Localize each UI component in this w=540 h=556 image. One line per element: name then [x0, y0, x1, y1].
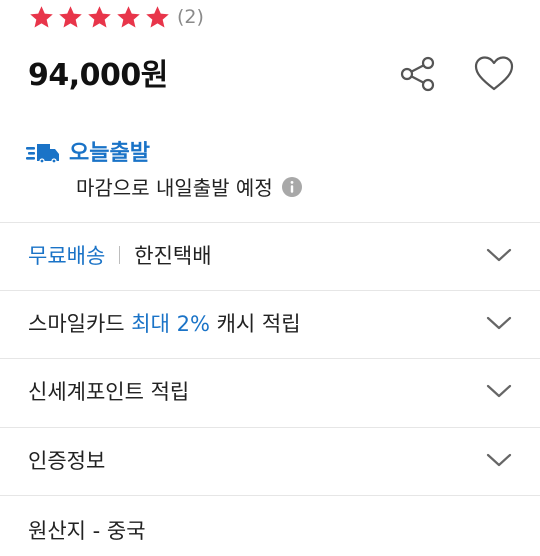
delivery-title: 오늘출발: [69, 141, 150, 166]
certification-row[interactable]: 인증정보: [0, 427, 540, 493]
share-icon[interactable]: [398, 54, 438, 94]
smile-card-suffix: 캐시 적립: [209, 312, 301, 336]
review-count[interactable]: (2): [177, 6, 204, 28]
heart-icon[interactable]: [473, 54, 515, 94]
origin-row: 원산지 - 중국: [0, 506, 540, 556]
shipping-text: 무료배송 한진택배: [28, 240, 212, 270]
shipping-row[interactable]: 무료배송 한진택배: [0, 222, 540, 288]
fast-delivery-icon: [26, 144, 59, 164]
delivery-note: 마감으로 내일출발 예정: [76, 172, 303, 201]
star-icon: [146, 5, 169, 28]
separator: [119, 246, 121, 264]
shinsegae-point-row[interactable]: 신세계포인트 적립: [0, 358, 540, 424]
chevron-down-icon[interactable]: [486, 452, 512, 468]
chevron-down-icon[interactable]: [486, 315, 512, 331]
origin-text: 원산지 - 중국: [28, 519, 146, 543]
shinsegae-point-text: 신세계포인트 적립: [28, 380, 190, 404]
star-icon: [117, 5, 140, 28]
courier-label: 한진택배: [134, 244, 212, 268]
chevron-down-icon[interactable]: [486, 247, 512, 263]
star-icon: [59, 5, 82, 28]
star-icon: [88, 5, 111, 28]
smile-card-prefix: 스마일카드: [28, 312, 132, 336]
smile-card-text: 스마일카드 최대 2% 캐시 적립: [28, 308, 301, 338]
price: 94,000원: [28, 58, 168, 93]
delivery-note-text: 마감으로 내일출발 예정: [76, 176, 273, 200]
info-icon[interactable]: [281, 176, 303, 198]
rating: (2): [28, 2, 204, 32]
chevron-down-icon[interactable]: [486, 383, 512, 399]
free-shipping-label: 무료배송: [28, 244, 106, 268]
smile-card-highlight: 최대 2%: [131, 312, 210, 336]
star-icon: [30, 5, 53, 28]
smile-card-row[interactable]: 스마일카드 최대 2% 캐시 적립: [0, 290, 540, 356]
certification-text: 인증정보: [28, 449, 106, 473]
divider: [0, 495, 540, 496]
